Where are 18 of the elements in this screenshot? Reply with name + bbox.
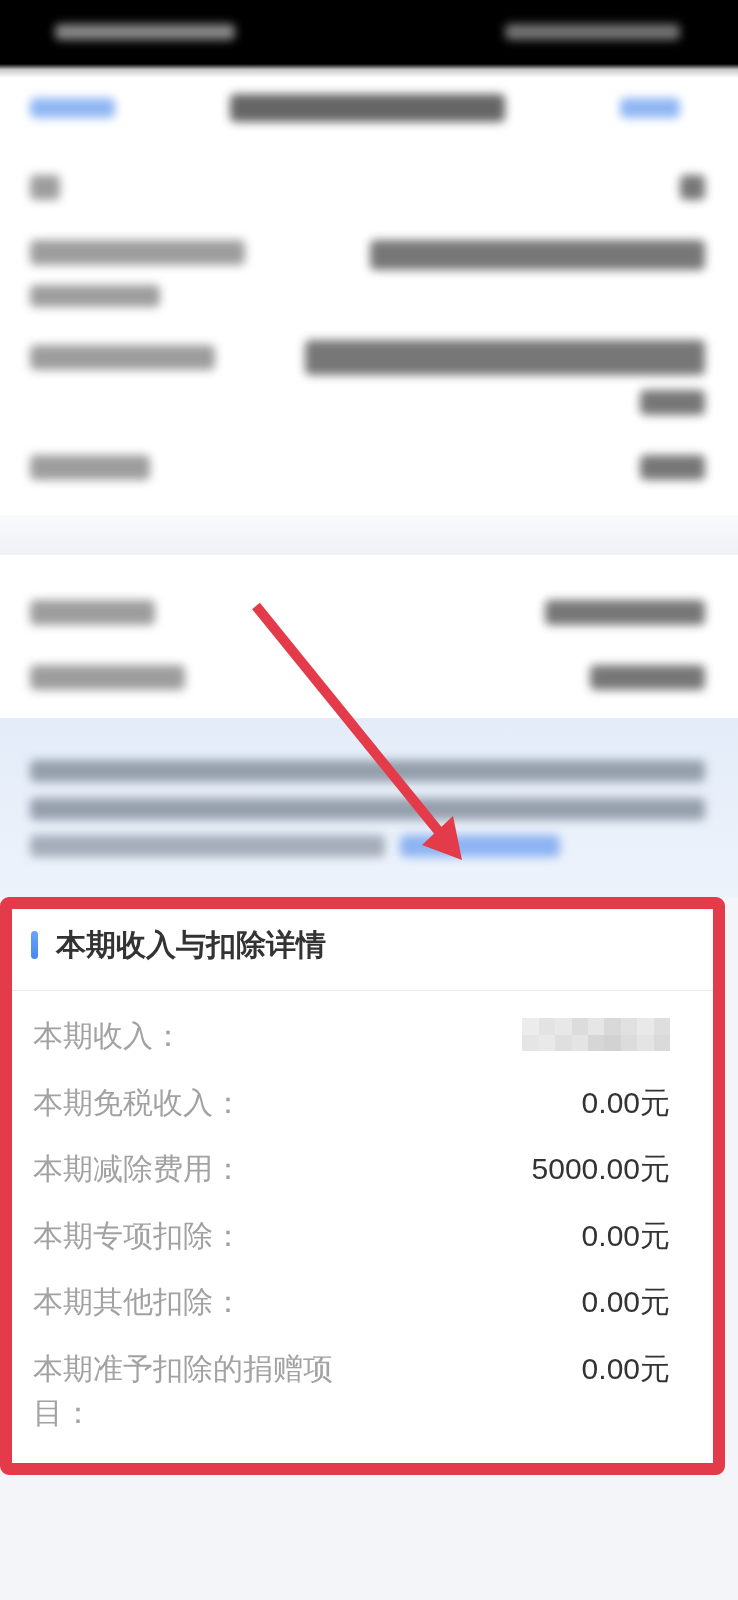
blurred-text [620, 98, 680, 118]
row-label: 本期减除费用： [33, 1151, 243, 1187]
row-value: 0.00元 [581, 1217, 670, 1254]
row-label: 本期收入： [33, 1018, 183, 1054]
row-label: 本期其他扣除： [33, 1284, 243, 1320]
row-value: 0.00元 [581, 1084, 670, 1121]
blurred-text [640, 455, 705, 480]
row-value: 5000.00元 [531, 1151, 670, 1187]
row-label: 本期免税收入： [33, 1084, 243, 1121]
blurred-text [640, 390, 705, 415]
row-value: 0.00元 [581, 1284, 670, 1320]
row-label: 本期专项扣除： [33, 1217, 243, 1254]
row-label: 本期准予扣除的捐赠项目： [33, 1350, 334, 1431]
blurred-text [30, 175, 60, 200]
accent-bar-icon [31, 931, 38, 959]
row-value: 0.00元 [581, 1350, 670, 1387]
section-title: 本期收入与扣除详情 [56, 927, 326, 963]
blurred-text [680, 175, 705, 200]
